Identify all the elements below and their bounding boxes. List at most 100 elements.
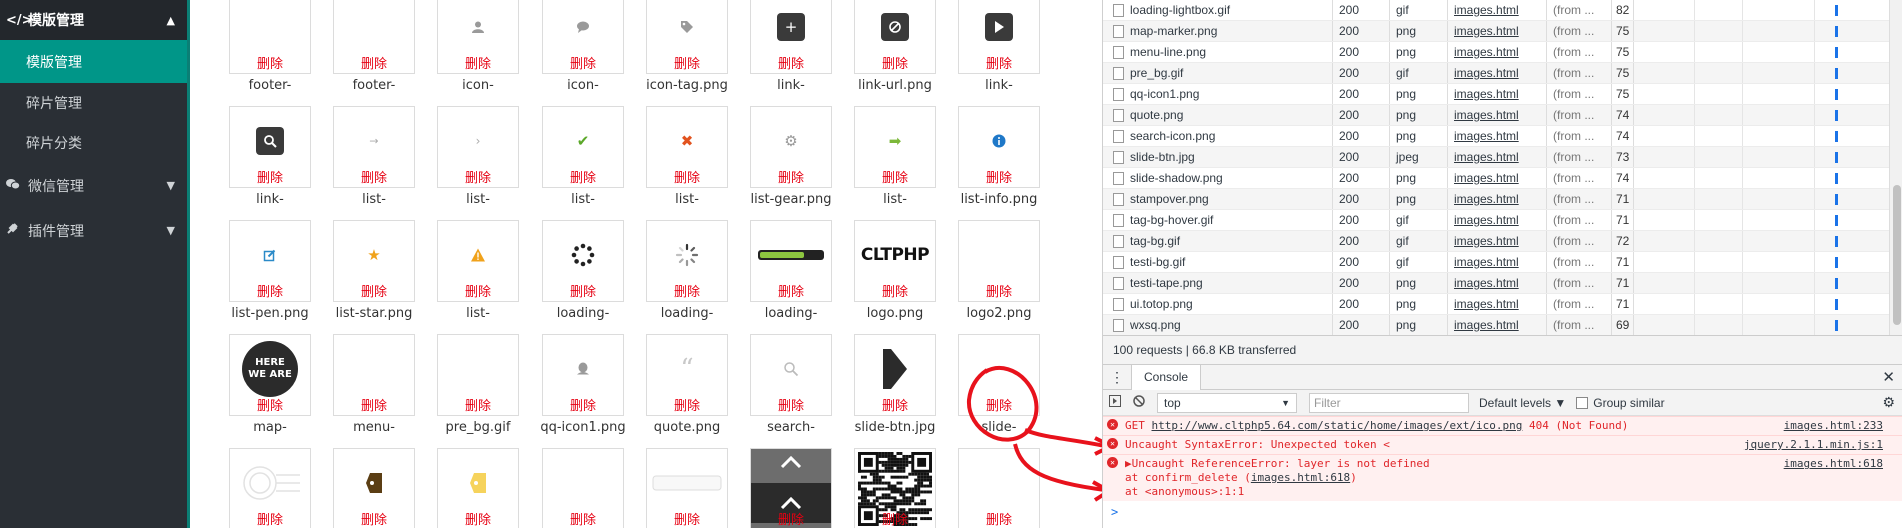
- initiator-link[interactable]: images.html: [1448, 315, 1547, 335]
- delete-link[interactable]: 删除: [751, 513, 831, 528]
- initiator-link[interactable]: images.html: [1448, 168, 1547, 188]
- console-error[interactable]: ✕ ▶Uncaught ReferenceError: layer is not …: [1103, 454, 1902, 501]
- delete-link[interactable]: 删除: [855, 513, 935, 528]
- initiator-link[interactable]: images.html: [1448, 189, 1547, 209]
- delete-link[interactable]: 删除: [334, 399, 414, 415]
- delete-link[interactable]: 删除: [751, 285, 831, 301]
- network-row[interactable]: slide-shadow.png 200 png images.html (from .…: [1103, 168, 1902, 189]
- delete-link[interactable]: 删除: [334, 57, 414, 73]
- gear-icon[interactable]: ⚙: [1882, 394, 1895, 411]
- network-row[interactable]: tag-bg.gif 200 gif images.html (from ... 72: [1103, 231, 1902, 252]
- sidebar-group-plugin[interactable]: 插件管理 ▼: [0, 208, 187, 253]
- console-error[interactable]: ✕ Uncaught SyntaxError: Unexpected token …: [1103, 435, 1902, 454]
- network-row[interactable]: pre_bg.gif 200 gif images.html (from ... 75: [1103, 63, 1902, 84]
- initiator-link[interactable]: images.html: [1448, 105, 1547, 125]
- network-row[interactable]: loading-lightbox.gif 200 gif images.html (fr…: [1103, 0, 1902, 21]
- initiator-link[interactable]: images.html: [1448, 126, 1547, 146]
- delete-link[interactable]: 删除: [959, 57, 1039, 73]
- network-row[interactable]: search-icon.png 200 png images.html (from ..…: [1103, 126, 1902, 147]
- more-icon[interactable]: ⋮: [1103, 369, 1131, 386]
- network-row[interactable]: qq-icon1.png 200 png images.html (from ... 75: [1103, 84, 1902, 105]
- delete-link[interactable]: 删除: [855, 171, 935, 187]
- delete-link[interactable]: 删除: [438, 513, 518, 528]
- delete-link[interactable]: 删除: [543, 513, 623, 528]
- network-row[interactable]: wxsq.png 200 png images.html (from ... 69: [1103, 315, 1902, 335]
- delete-link[interactable]: 删除: [230, 285, 310, 301]
- network-row[interactable]: testi-tape.png 200 png images.html (from ...…: [1103, 273, 1902, 294]
- console-prompt[interactable]: >: [1103, 501, 1902, 519]
- initiator-link[interactable]: images.html: [1448, 84, 1547, 104]
- network-row[interactable]: quote.png 200 png images.html (from ... 74: [1103, 105, 1902, 126]
- error-source-link[interactable]: images.html:233: [1784, 419, 1883, 433]
- error-source-link[interactable]: images.html:618: [1784, 457, 1883, 471]
- network-scrollbar[interactable]: [1889, 0, 1902, 335]
- sidebar-toggle-icon[interactable]: [1103, 395, 1127, 410]
- initiator-link[interactable]: images.html: [1448, 273, 1547, 293]
- initiator-link[interactable]: images.html: [1448, 21, 1547, 41]
- delete-link[interactable]: 删除: [438, 285, 518, 301]
- delete-link[interactable]: 删除: [543, 171, 623, 187]
- delete-link[interactable]: 删除: [230, 171, 310, 187]
- delete-link[interactable]: 删除: [438, 57, 518, 73]
- sidebar-group-wechat[interactable]: 微信管理 ▼: [0, 163, 187, 208]
- initiator-link[interactable]: images.html: [1448, 252, 1547, 272]
- delete-link[interactable]: 删除: [334, 285, 414, 301]
- error-source-link[interactable]: jquery.2.1.1.min.js:1: [1744, 438, 1883, 452]
- delete-link[interactable]: 删除: [855, 399, 935, 415]
- delete-link[interactable]: 删除: [334, 171, 414, 187]
- group-similar-checkbox[interactable]: [1576, 396, 1589, 409]
- file-name: footer-: [352, 78, 396, 93]
- network-row[interactable]: testi-bg.gif 200 gif images.html (from ... 71: [1103, 252, 1902, 273]
- console-error[interactable]: ✕ GET http://www.cltphp5.64.com/static/ho…: [1103, 416, 1902, 435]
- stack-link[interactable]: images.html:618: [1251, 471, 1350, 484]
- sidebar-section-template[interactable]: </> 模版管理 ▲: [0, 0, 187, 40]
- request-name-text: tag-bg-hover.gif: [1130, 213, 1214, 227]
- delete-link[interactable]: 删除: [647, 57, 727, 73]
- initiator-link[interactable]: images.html: [1448, 294, 1547, 314]
- initiator-link[interactable]: images.html: [1448, 63, 1547, 83]
- initiator-link[interactable]: images.html: [1448, 231, 1547, 251]
- sidebar-item-fragment-manage[interactable]: 碎片管理: [0, 83, 187, 123]
- delete-link[interactable]: 删除: [959, 285, 1039, 301]
- filter-input[interactable]: Filter: [1309, 392, 1469, 413]
- network-row[interactable]: tag-bg-hover.gif 200 gif images.html (from .…: [1103, 210, 1902, 231]
- delete-link[interactable]: 删除: [543, 285, 623, 301]
- delete-link[interactable]: 删除: [647, 399, 727, 415]
- initiator-link[interactable]: images.html: [1448, 210, 1547, 230]
- delete-link[interactable]: 删除: [230, 57, 310, 73]
- sidebar-item-fragment-category[interactable]: 碎片分类: [0, 123, 187, 163]
- log-levels-select[interactable]: Default levels ▼: [1479, 396, 1566, 410]
- scrollbar-thumb[interactable]: [1893, 185, 1901, 325]
- initiator-link[interactable]: images.html: [1448, 0, 1547, 20]
- delete-link[interactable]: 删除: [438, 399, 518, 415]
- delete-link[interactable]: 删除: [855, 57, 935, 73]
- network-row[interactable]: ui.totop.png 200 png images.html (from ... 71: [1103, 294, 1902, 315]
- gear-image: ⚙: [784, 131, 798, 150]
- delete-link[interactable]: 删除: [543, 57, 623, 73]
- delete-link[interactable]: 删除: [751, 57, 831, 73]
- network-row[interactable]: slide-btn.jpg 200 jpeg images.html (from ...…: [1103, 147, 1902, 168]
- network-row[interactable]: stampover.png 200 png images.html (from ... 7…: [1103, 189, 1902, 210]
- delete-link[interactable]: 删除: [230, 513, 310, 528]
- initiator-link[interactable]: images.html: [1448, 42, 1547, 62]
- network-row[interactable]: map-marker.png 200 png images.html (from ...…: [1103, 21, 1902, 42]
- sidebar-item-template-manage[interactable]: 模版管理: [0, 40, 187, 83]
- clear-console-icon[interactable]: [1127, 395, 1151, 410]
- delete-link[interactable]: 删除: [647, 513, 727, 528]
- delete-link[interactable]: 删除: [647, 285, 727, 301]
- delete-link[interactable]: 删除: [334, 513, 414, 528]
- delete-link[interactable]: 删除: [230, 399, 310, 415]
- delete-link[interactable]: 删除: [438, 171, 518, 187]
- close-icon[interactable]: ✕: [1882, 368, 1895, 386]
- context-select[interactable]: top ▼: [1157, 392, 1297, 413]
- initiator-link[interactable]: images.html: [1448, 147, 1547, 167]
- delete-link[interactable]: 删除: [855, 285, 935, 301]
- delete-link[interactable]: 删除: [543, 399, 623, 415]
- delete-link[interactable]: 删除: [751, 399, 831, 415]
- delete-link[interactable]: 删除: [647, 171, 727, 187]
- delete-link[interactable]: 删除: [751, 171, 831, 187]
- network-row[interactable]: menu-line.png 200 png images.html (from ... 7…: [1103, 42, 1902, 63]
- error-url-link[interactable]: http://www.cltphp5.64.com/static/home/im…: [1152, 419, 1523, 432]
- delete-link[interactable]: 删除: [959, 171, 1039, 187]
- tab-console[interactable]: Console: [1131, 364, 1202, 390]
